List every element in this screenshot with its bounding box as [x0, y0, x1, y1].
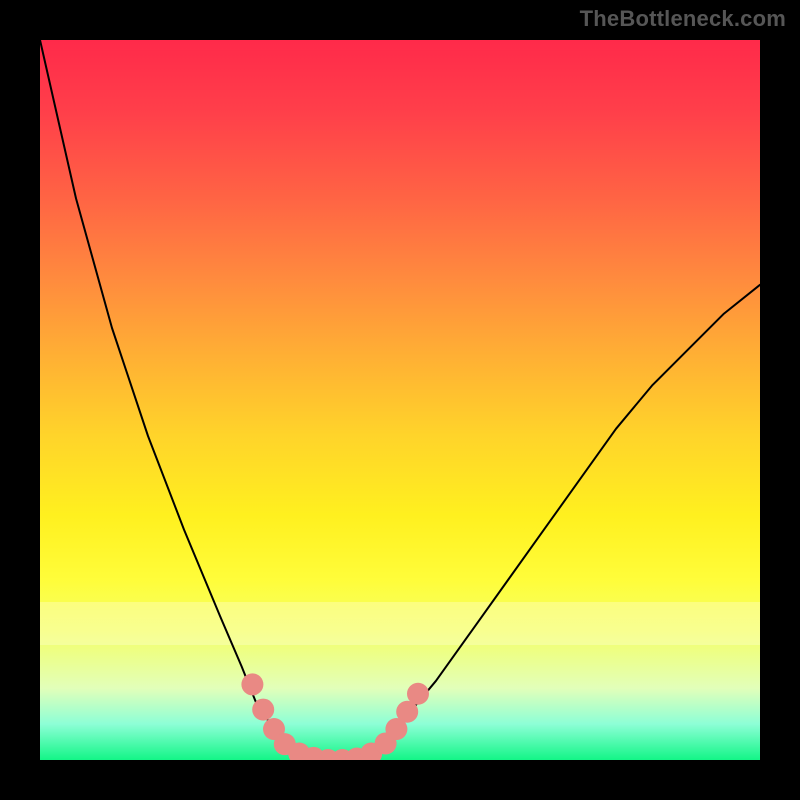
marker-dot	[252, 699, 274, 721]
marker-dot	[241, 673, 263, 695]
marker-dots	[241, 673, 429, 760]
bottleneck-curve	[40, 40, 760, 760]
chart-stage: TheBottleneck.com	[0, 0, 800, 800]
marker-dot	[407, 683, 429, 705]
plot-area	[40, 40, 760, 760]
curve-layer	[40, 40, 760, 760]
watermark-label: TheBottleneck.com	[580, 6, 786, 32]
